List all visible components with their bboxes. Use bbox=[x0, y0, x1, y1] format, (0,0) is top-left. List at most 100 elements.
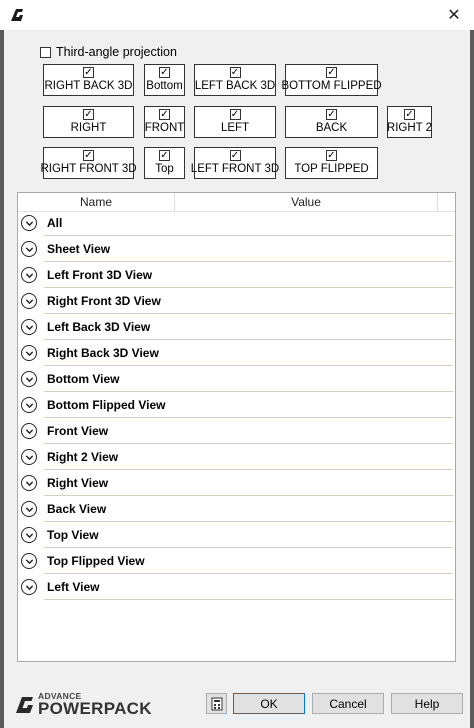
column-header-value[interactable]: Value bbox=[175, 193, 438, 211]
row-underline bbox=[44, 443, 453, 444]
expand-chevron-icon[interactable] bbox=[21, 241, 37, 257]
expand-chevron-icon[interactable] bbox=[21, 553, 37, 569]
grid-row-sheet-view[interactable]: Sheet View bbox=[18, 237, 455, 263]
expand-chevron-icon[interactable] bbox=[21, 527, 37, 543]
grid-row-label: Bottom Flipped View bbox=[47, 398, 166, 412]
row-underline bbox=[44, 313, 453, 314]
view-button-label: LEFT FRONT 3D bbox=[190, 163, 280, 175]
grid-row-top-view[interactable]: Top View bbox=[18, 523, 455, 549]
grid-header: Name Value bbox=[18, 193, 455, 212]
expand-chevron-icon[interactable] bbox=[21, 475, 37, 491]
view-button-right-back-3d[interactable]: ✓ RIGHT BACK 3D bbox=[43, 64, 134, 96]
grid-row-front-view[interactable]: Front View bbox=[18, 419, 455, 445]
grid-row-label: Back View bbox=[47, 502, 107, 516]
grid-row-left-view[interactable]: Left View bbox=[18, 575, 455, 601]
view-button-left[interactable]: ✓ LEFT bbox=[194, 106, 276, 138]
expand-chevron-icon[interactable] bbox=[21, 345, 37, 361]
expand-chevron-icon[interactable] bbox=[21, 423, 37, 439]
view-button-label: LEFT bbox=[220, 122, 250, 134]
column-header-name[interactable]: Name bbox=[18, 193, 175, 211]
checkbox-checked-icon[interactable]: ✓ bbox=[404, 109, 415, 120]
checkbox-checked-icon[interactable]: ✓ bbox=[83, 109, 94, 120]
view-button-label: RIGHT FRONT 3D bbox=[40, 163, 137, 175]
grid-row-left-front-3d-view[interactable]: Left Front 3D View bbox=[18, 263, 455, 289]
row-underline bbox=[44, 287, 453, 288]
checkbox-checked-icon[interactable]: ✓ bbox=[326, 67, 337, 78]
view-button-label: FRONT bbox=[144, 122, 185, 134]
grid-row-label: Left Back 3D View bbox=[47, 320, 151, 334]
row-underline bbox=[44, 599, 453, 600]
row-underline bbox=[44, 365, 453, 366]
grid-row-label: Left Front 3D View bbox=[47, 268, 153, 282]
view-button-bottom-flipped[interactable]: ✓ BOTTOM FLIPPED bbox=[281, 64, 382, 96]
help-button[interactable]: Help bbox=[391, 693, 463, 714]
view-button-label: RIGHT BACK 3D bbox=[44, 80, 133, 92]
checkbox-checked-icon[interactable]: ✓ bbox=[326, 109, 337, 120]
view-button-top[interactable]: ✓ Top bbox=[144, 147, 185, 179]
expand-chevron-icon[interactable] bbox=[21, 267, 37, 283]
title-bar: ✕ bbox=[0, 0, 474, 30]
expand-chevron-icon[interactable] bbox=[21, 449, 37, 465]
grid-row-label: All bbox=[47, 216, 63, 230]
ok-button[interactable]: OK bbox=[233, 693, 305, 714]
row-underline bbox=[44, 573, 453, 574]
third-angle-checkbox-box[interactable] bbox=[40, 46, 51, 58]
checkbox-checked-icon[interactable]: ✓ bbox=[229, 67, 241, 78]
expand-chevron-icon[interactable] bbox=[21, 579, 37, 595]
view-button-label: RIGHT 2 bbox=[386, 122, 433, 134]
grid-row-right-front-3d-view[interactable]: Right Front 3D View bbox=[18, 289, 455, 315]
expand-chevron-icon[interactable] bbox=[21, 397, 37, 413]
view-button-left-front-3d[interactable]: ✓ LEFT FRONT 3D bbox=[190, 147, 280, 179]
view-button-front[interactable]: ✓ FRONT bbox=[144, 106, 185, 138]
row-underline bbox=[44, 391, 453, 392]
grid-row-label: Right 2 View bbox=[47, 450, 119, 464]
view-button-top-flipped[interactable]: ✓ TOP FLIPPED bbox=[285, 147, 378, 179]
view-button-back[interactable]: ✓ BACK bbox=[285, 106, 378, 138]
row-underline bbox=[44, 417, 453, 418]
view-button-label: LEFT BACK 3D bbox=[194, 80, 276, 92]
grid-row-label: Top Flipped View bbox=[47, 554, 145, 568]
view-button-right[interactable]: ✓ RIGHT bbox=[43, 106, 134, 138]
grid-row-bottom-view[interactable]: Bottom View bbox=[18, 367, 455, 393]
row-underline bbox=[44, 339, 453, 340]
calculator-button[interactable] bbox=[206, 693, 227, 714]
grid-row-top-flipped-view[interactable]: Top Flipped View bbox=[18, 549, 455, 575]
checkbox-checked-icon[interactable]: ✓ bbox=[159, 67, 170, 78]
logo-text-powerpack: POWERPACK bbox=[38, 699, 152, 718]
checkbox-checked-icon[interactable]: ✓ bbox=[326, 150, 337, 161]
grid-row-back-view[interactable]: Back View bbox=[18, 497, 455, 523]
grid-row-label: Front View bbox=[47, 424, 109, 438]
grid-row-label: Top View bbox=[47, 528, 99, 542]
grid-row-right-2-view[interactable]: Right 2 View bbox=[18, 445, 455, 471]
grid-row-all[interactable]: All bbox=[18, 211, 455, 237]
checkbox-checked-icon[interactable]: ✓ bbox=[159, 109, 170, 120]
checkbox-checked-icon[interactable]: ✓ bbox=[159, 150, 170, 161]
view-button-bottom[interactable]: ✓ Bottom bbox=[144, 64, 185, 96]
expand-chevron-icon[interactable] bbox=[21, 215, 37, 231]
grid-row-label: Sheet View bbox=[47, 242, 111, 256]
grid-row-right-back-3d-view[interactable]: Right Back 3D View bbox=[18, 341, 455, 367]
expand-chevron-icon[interactable] bbox=[21, 319, 37, 335]
view-button-right-front-3d[interactable]: ✓ RIGHT FRONT 3D bbox=[40, 147, 137, 179]
cancel-button[interactable]: Cancel bbox=[312, 693, 384, 714]
property-grid[interactable]: Name Value All Sheet View Left Front 3D … bbox=[17, 192, 456, 662]
close-button[interactable]: ✕ bbox=[442, 4, 466, 26]
grid-row-label: Right View bbox=[47, 476, 109, 490]
grid-row-left-back-3d-view[interactable]: Left Back 3D View bbox=[18, 315, 455, 341]
expand-chevron-icon[interactable] bbox=[21, 371, 37, 387]
checkbox-checked-icon[interactable]: ✓ bbox=[229, 150, 241, 161]
third-angle-checkbox[interactable]: Third-angle projection bbox=[40, 45, 177, 59]
grid-row-right-view[interactable]: Right View bbox=[18, 471, 455, 497]
third-angle-label: Third-angle projection bbox=[56, 45, 177, 59]
grid-row-label: Right Back 3D View bbox=[47, 346, 159, 360]
checkbox-checked-icon[interactable]: ✓ bbox=[83, 67, 94, 78]
expand-chevron-icon[interactable] bbox=[21, 501, 37, 517]
view-button-left-back-3d[interactable]: ✓ LEFT BACK 3D bbox=[194, 64, 276, 96]
grid-row-bottom-flipped-view[interactable]: Bottom Flipped View bbox=[18, 393, 455, 419]
app-logo-icon bbox=[11, 9, 23, 21]
view-button-right-2[interactable]: ✓ RIGHT 2 bbox=[387, 106, 432, 138]
checkbox-checked-icon[interactable]: ✓ bbox=[83, 150, 94, 161]
right-edge-strip bbox=[470, 30, 474, 728]
checkbox-checked-icon[interactable]: ✓ bbox=[229, 109, 241, 120]
expand-chevron-icon[interactable] bbox=[21, 293, 37, 309]
